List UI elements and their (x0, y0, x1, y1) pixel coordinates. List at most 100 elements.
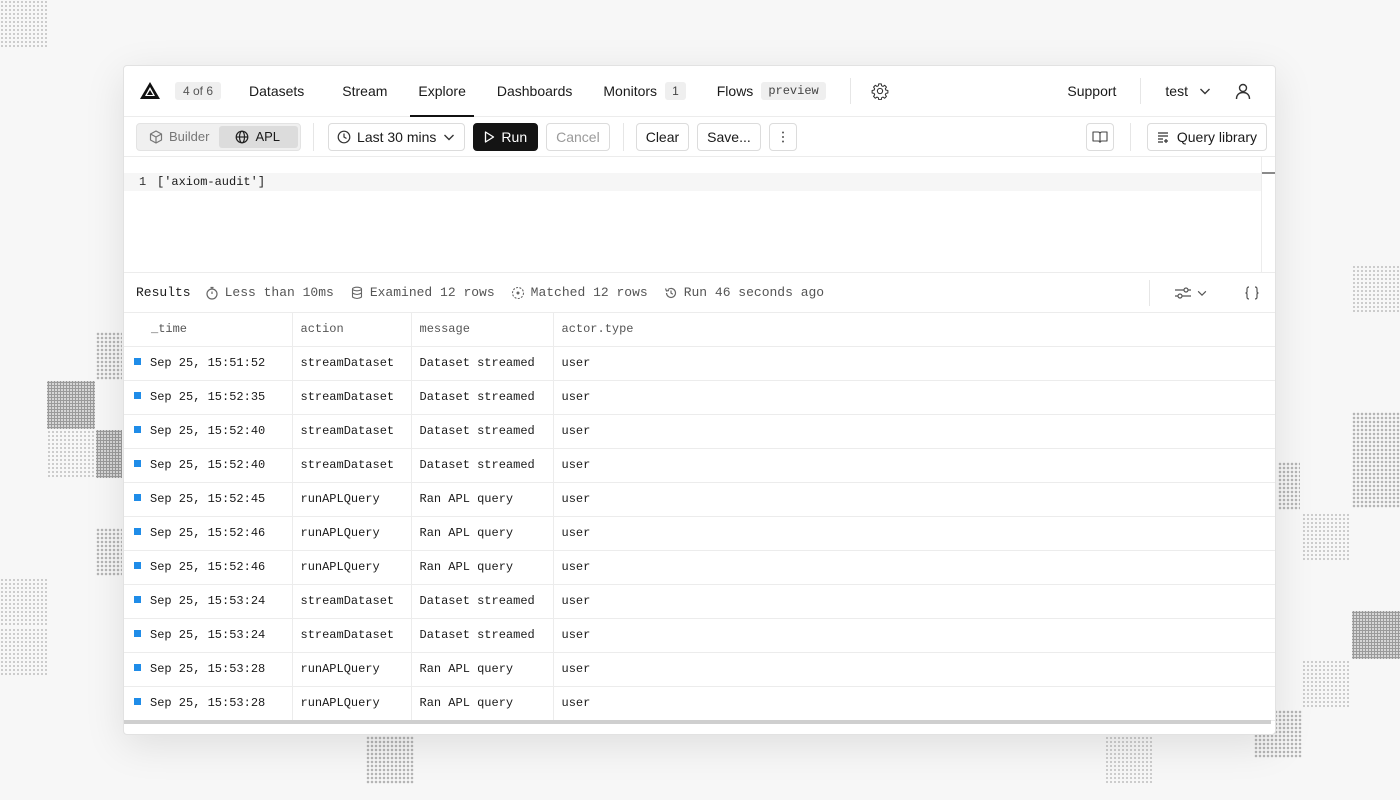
table-row[interactable]: Sep 25, 15:52:40 streamDataset Dataset str… (124, 414, 1275, 449)
results-table-container: _time action message actor.type Sep 25, … (124, 313, 1275, 734)
table-row[interactable]: Sep 25, 15:52:40 streamDataset Dataset str… (124, 448, 1275, 483)
background-pattern (0, 578, 48, 626)
view-options-button[interactable] (1174, 286, 1208, 300)
nav-dashboards[interactable]: Dashboards (489, 66, 581, 117)
table-row[interactable]: Sep 25, 15:52:45 runAPLQuery Ran APL query… (124, 482, 1275, 517)
clear-button[interactable]: Clear (635, 122, 690, 151)
nav-flows[interactable]: Flows preview (709, 66, 834, 117)
settings-gear-icon[interactable] (871, 82, 889, 100)
table-row[interactable]: Sep 25, 15:52:35 streamDataset Dataset str… (124, 380, 1275, 415)
query-code[interactable]: ['axiom-audit'] (157, 173, 265, 191)
results-summary-bar: Results Less than 10ms Examined 12 rows … (124, 273, 1275, 313)
time-range-picker[interactable]: Last 30 mins (328, 122, 466, 151)
duration-stat: Less than 10ms (205, 285, 334, 300)
query-editor[interactable]: 1 ['axiom-audit'] (124, 157, 1275, 273)
cell-message: Ran APL query (411, 516, 554, 551)
row-marker-icon (134, 630, 141, 637)
docs-button[interactable] (1085, 122, 1114, 151)
nav-explore[interactable]: Explore (410, 66, 475, 117)
cell-action: streamDataset (292, 448, 412, 483)
cell-action: runAPLQuery (292, 652, 412, 687)
time-value: Sep 25, 15:53:28 (150, 662, 266, 676)
apl-mode-button[interactable]: APL (219, 125, 299, 148)
cell-message: Dataset streamed (411, 414, 554, 449)
cell-message: Ran APL query (411, 482, 554, 517)
nav-label: Explore (418, 83, 466, 99)
time-value: Sep 25, 15:53:24 (150, 594, 266, 608)
org-name: test (1165, 83, 1188, 99)
cell-time: Sep 25, 15:52:46 (124, 550, 293, 585)
org-switcher[interactable]: test (1165, 83, 1212, 99)
current-line-highlight (124, 173, 1261, 191)
cell-actor-type: user (553, 652, 1275, 687)
run-ago-label: Run 46 seconds ago (683, 285, 825, 300)
time-value: Sep 25, 15:52:45 (150, 492, 266, 506)
query-library-label: Query library (1176, 128, 1257, 145)
background-pattern (96, 430, 122, 478)
row-marker-icon (134, 596, 141, 603)
table-row[interactable]: Sep 25, 15:53:28 runAPLQuery Ran APL query… (124, 652, 1275, 687)
table-row[interactable]: Sep 25, 15:52:46 runAPLQuery Ran APL query… (124, 516, 1275, 551)
cancel-button[interactable]: Cancel (546, 122, 610, 151)
table-body: Sep 25, 15:51:52 streamDataset Dataset str… (124, 346, 1275, 721)
more-options-button[interactable] (768, 122, 797, 151)
nav-label: Datasets (249, 83, 305, 99)
cell-time: Sep 25, 15:51:52 (124, 346, 293, 381)
time-value: Sep 25, 15:52:46 (150, 560, 266, 574)
cell-action: streamDataset (292, 380, 412, 415)
builder-mode-button[interactable]: Builder (139, 126, 219, 148)
cell-actor-type: user (553, 550, 1275, 585)
cell-time: Sep 25, 15:52:40 (124, 414, 293, 449)
user-account-icon[interactable] (1234, 82, 1252, 100)
table-row[interactable]: Sep 25, 15:51:52 streamDataset Dataset str… (124, 346, 1275, 381)
cell-time: Sep 25, 15:53:24 (124, 584, 293, 619)
preview-badge: preview (761, 82, 826, 100)
book-icon (1092, 130, 1108, 143)
background-pattern (1352, 265, 1400, 313)
json-braces-icon[interactable] (1244, 285, 1260, 300)
table-row[interactable]: Sep 25, 15:53:28 runAPLQuery Ran APL query… (124, 686, 1275, 721)
row-marker-icon (134, 460, 141, 467)
nav-label: Flows (716, 83, 754, 99)
cell-message: Dataset streamed (411, 346, 554, 381)
editor-scrollbar[interactable] (1261, 157, 1275, 273)
cell-time: Sep 25, 15:52:46 (124, 516, 293, 551)
cell-action: runAPLQuery (292, 516, 412, 551)
cell-action: runAPLQuery (292, 550, 412, 585)
table-row[interactable]: Sep 25, 15:53:24 streamDataset Dataset str… (124, 584, 1275, 619)
time-value: Sep 25, 15:53:28 (150, 696, 266, 710)
cell-actor-type: user (553, 584, 1275, 619)
time-value: Sep 25, 15:52:40 (150, 458, 266, 472)
save-button[interactable]: Save... (697, 122, 761, 151)
support-link[interactable]: Support (1067, 83, 1116, 99)
axiom-logo-icon[interactable] (139, 81, 161, 101)
column-header-time[interactable]: _time (124, 313, 293, 347)
column-header-actor-type[interactable]: actor.type (553, 313, 1275, 347)
cell-actor-type: user (553, 516, 1275, 551)
divider (1129, 122, 1131, 151)
background-pattern (366, 736, 414, 784)
background-pattern (0, 628, 48, 676)
clear-label: Clear (645, 128, 680, 145)
time-value: Sep 25, 15:52:40 (150, 424, 266, 438)
background-pattern (96, 528, 122, 576)
nav-datasets[interactable]: Datasets (241, 66, 312, 117)
table-row[interactable]: Sep 25, 15:52:46 runAPLQuery Ran APL query… (124, 550, 1275, 585)
nav-stream[interactable]: Stream (334, 66, 395, 117)
column-header-action[interactable]: action (292, 313, 412, 347)
table-row[interactable]: Sep 25, 15:53:24 streamDataset Dataset str… (124, 618, 1275, 653)
chevron-down-icon (444, 134, 455, 140)
query-library-button[interactable]: Query library (1146, 122, 1267, 151)
nav-monitors[interactable]: Monitors 1 (595, 66, 693, 117)
target-icon (511, 286, 524, 299)
row-marker-icon (134, 664, 141, 671)
duration-label: Less than 10ms (224, 285, 334, 300)
run-button[interactable]: Run (473, 122, 539, 151)
horizontal-scrollbar[interactable] (124, 720, 1271, 724)
cell-message: Dataset streamed (411, 448, 554, 483)
time-value: Sep 25, 15:52:46 (150, 526, 266, 540)
cancel-label: Cancel (556, 128, 600, 145)
column-header-message[interactable]: message (411, 313, 554, 347)
query-mode-toggle: Builder APL (136, 122, 302, 151)
background-pattern (1302, 660, 1350, 708)
